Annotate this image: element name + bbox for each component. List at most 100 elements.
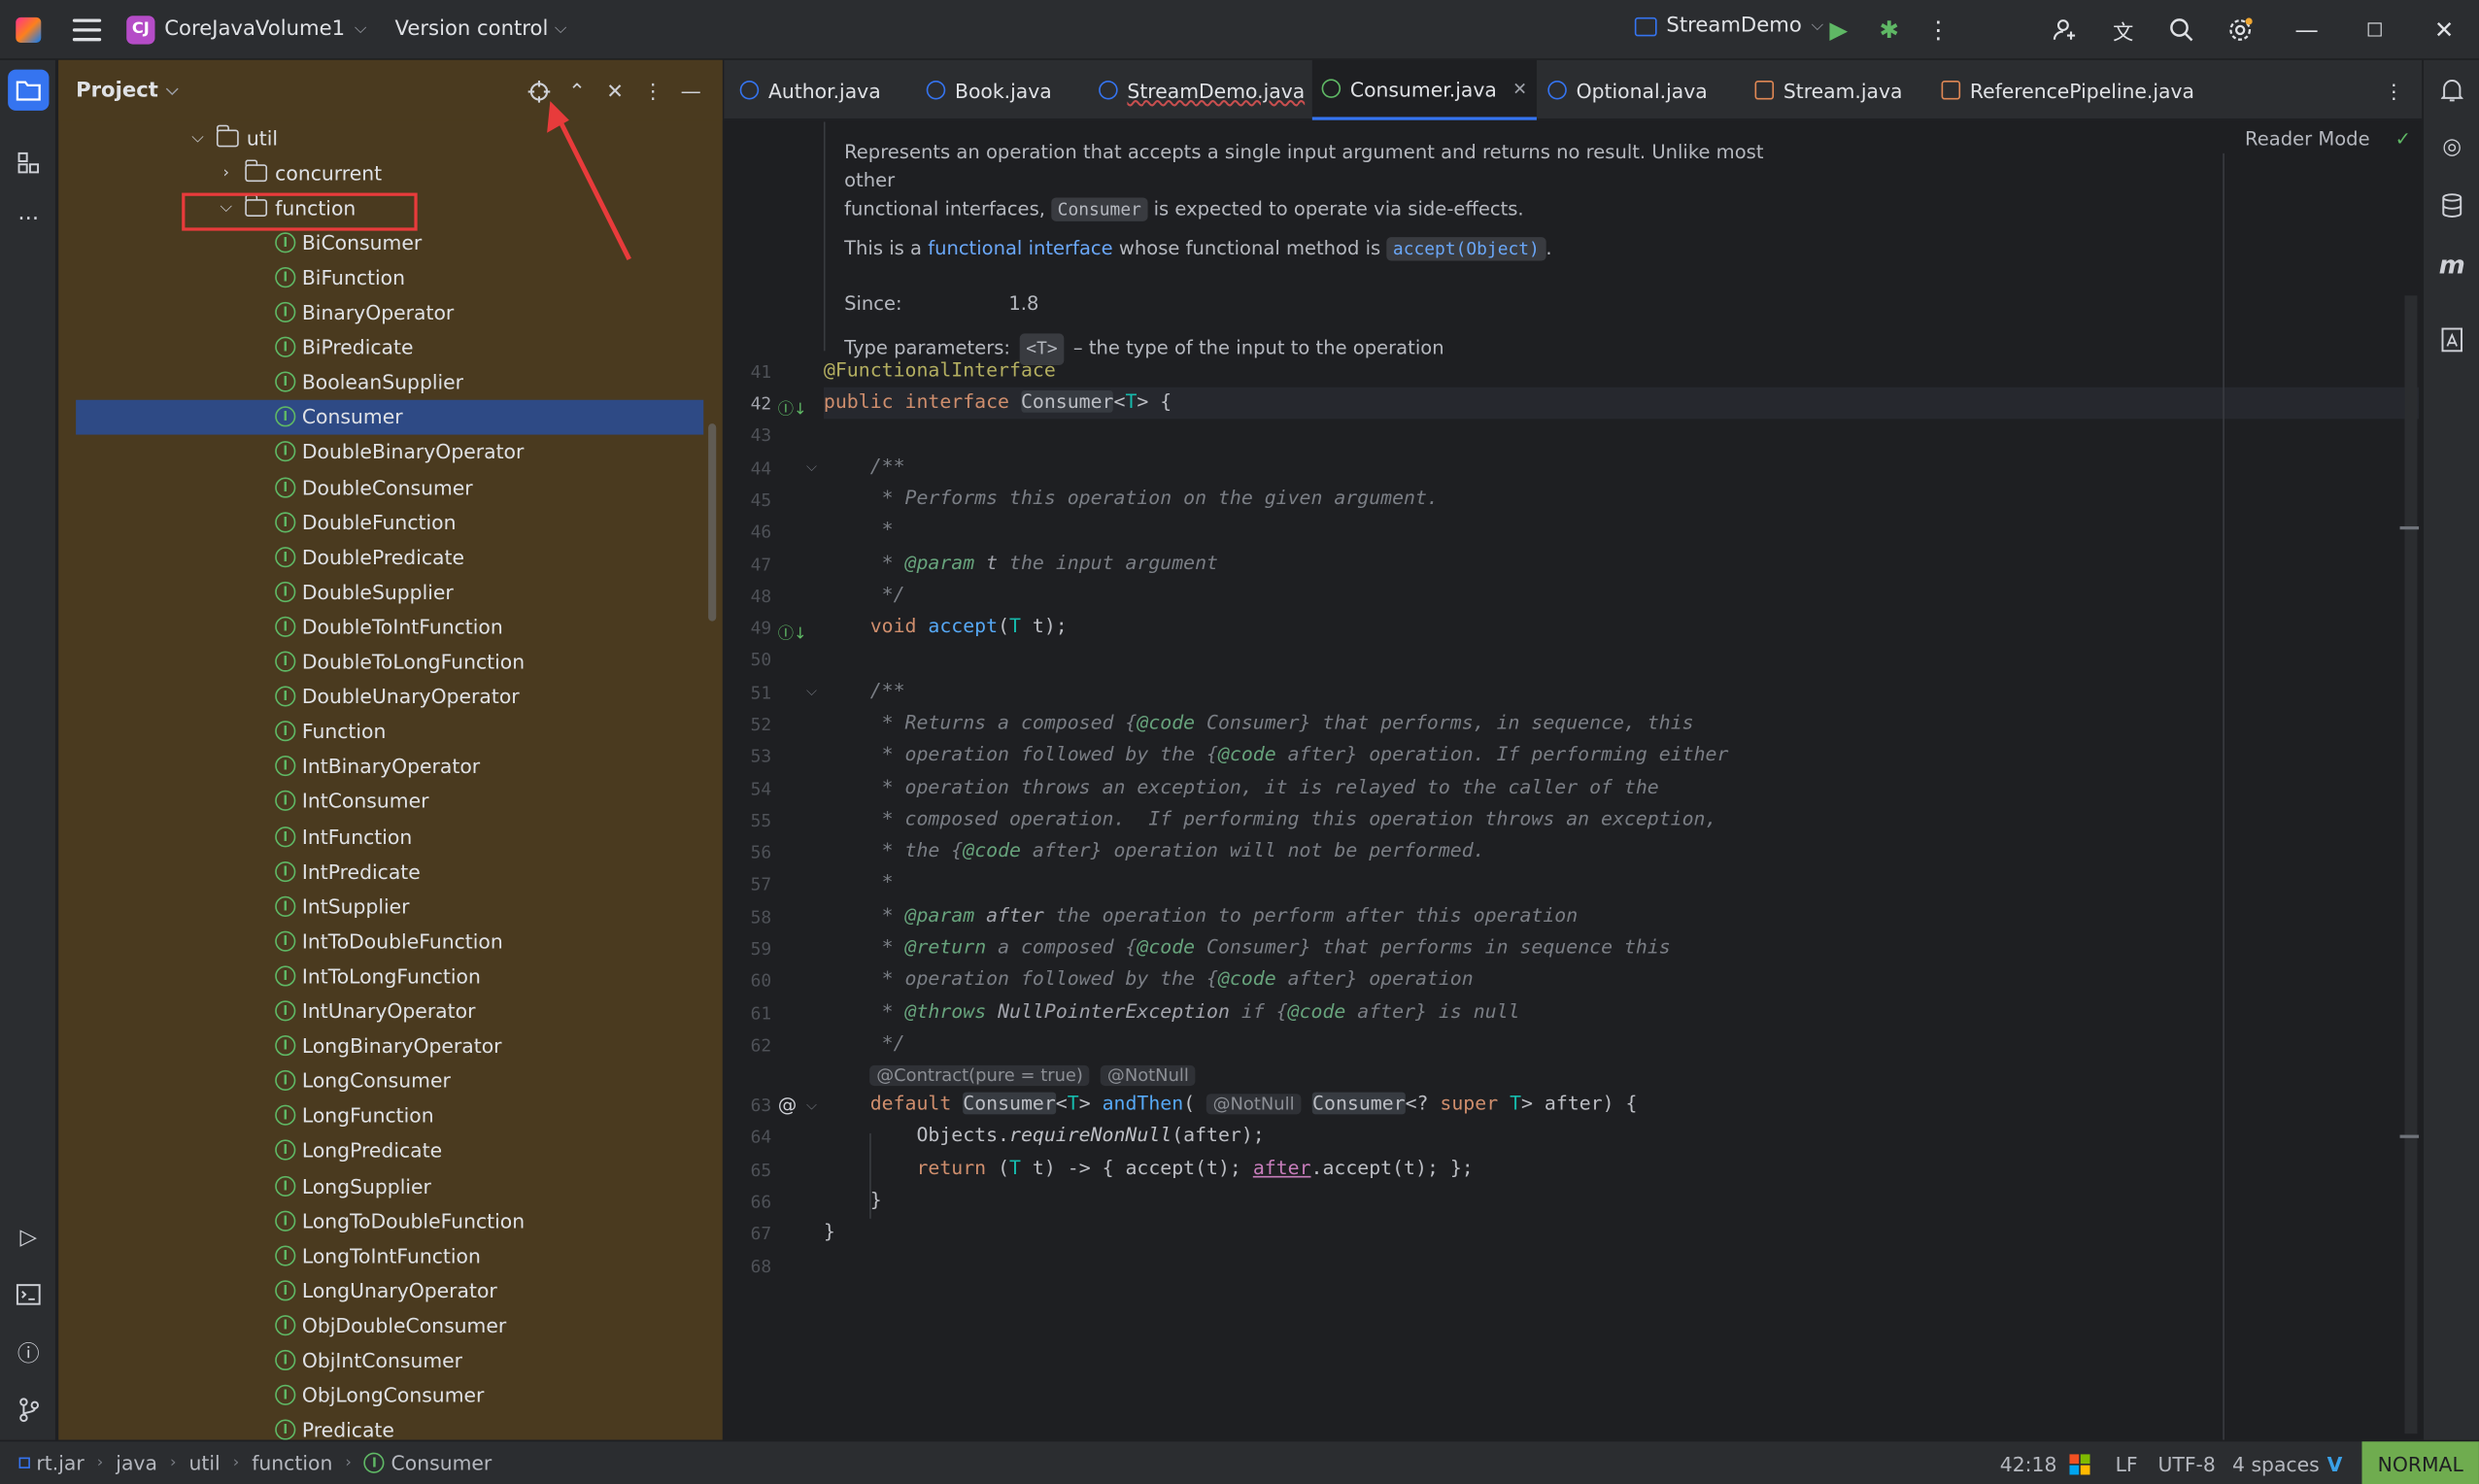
notifications-bell-icon[interactable] (2431, 70, 2472, 111)
tree-item-intconsumer[interactable]: I IntConsumer (58, 784, 706, 819)
fold-toggle-icon[interactable]: ⌵ (806, 1098, 817, 1114)
terminal-icon[interactable] (8, 1274, 49, 1315)
tree-item-longconsumer[interactable]: I LongConsumer (58, 1063, 706, 1098)
tree-item-objdoubleconsumer[interactable]: I ObjDoubleConsumer (58, 1308, 706, 1343)
tree-item-doublepredicate[interactable]: I DoublePredicate (58, 539, 706, 574)
tree-item-doublebinaryoperator[interactable]: I DoubleBinaryOperator (58, 434, 706, 469)
vim-mode-indicator[interactable]: NORMAL (2361, 1441, 2479, 1484)
main-menu-icon[interactable] (72, 17, 102, 41)
tree-item-longtodoublefunction[interactable]: I LongToDoubleFunction (58, 1203, 706, 1238)
tree-item-doubletolongfunction[interactable]: I DoubleToLongFunction (58, 644, 706, 679)
tree-item-doublesupplier[interactable]: I DoubleSupplier (58, 574, 706, 609)
tab-consumer[interactable]: Consumer.java ✕ (1311, 59, 1537, 120)
line-separator[interactable]: LF (2116, 1441, 2138, 1484)
tree-item-intbinaryoperator[interactable]: I IntBinaryOperator (58, 749, 706, 784)
chevron-down-icon[interactable]: ⌵ (166, 82, 178, 99)
close-window-icon[interactable]: ✕ (2427, 13, 2462, 48)
tree-item-inttolongfunction[interactable]: I IntToLongFunction (58, 959, 706, 994)
tree-item-longunaryoperator[interactable]: I LongUnaryOperator (58, 1273, 706, 1308)
project-scrollbar[interactable] (708, 423, 717, 622)
tab-stream[interactable]: Stream.java (1754, 60, 1903, 120)
tree-item-objintconsumer[interactable]: I ObjIntConsumer (58, 1343, 706, 1378)
project-switcher[interactable]: CJ CoreJavaVolume1 ⌵ (126, 15, 366, 44)
tree-item-intsupplier[interactable]: I IntSupplier (58, 889, 706, 924)
problems-icon[interactable]: ⓘ (8, 1332, 49, 1373)
contract-inlay-hint[interactable]: @Contract(pure = true) (869, 1064, 1090, 1087)
reader-mode-toggle[interactable]: Reader Mode (2245, 128, 2370, 151)
notnull-inlay-hint[interactable]: @NotNull (1101, 1064, 1196, 1087)
tree-item-intfunction[interactable]: I IntFunction (58, 819, 706, 854)
translation-panel-icon[interactable] (2431, 320, 2472, 360)
tab-referencepipeline[interactable]: ReferencePipeline.java (1941, 60, 2194, 120)
fold-toggle-icon[interactable]: ⌵ (806, 460, 817, 476)
project-tool-folder-icon[interactable] (8, 69, 50, 111)
breadcrumb-item[interactable]: rt.jar (36, 1451, 84, 1474)
implemented-method-gutter-icon[interactable]: Ⓘ↓ (778, 620, 807, 643)
translate-icon[interactable]: 文 (2106, 13, 2141, 48)
breadcrumb-item[interactable]: util (188, 1451, 220, 1474)
editor-scrollbar[interactable] (2404, 295, 2418, 1434)
tree-item-function[interactable]: I Function (58, 714, 706, 749)
structure-icon[interactable] (8, 142, 49, 183)
tree-item-longpredicate[interactable]: I LongPredicate (58, 1133, 706, 1168)
tree-item-inttodoublefunction[interactable]: I IntToDoubleFunction (58, 924, 706, 959)
close-tab-icon[interactable]: ✕ (1512, 79, 1527, 99)
maven-icon[interactable]: m (2431, 244, 2472, 285)
tree-item-doubleconsumer[interactable]: I DoubleConsumer (58, 469, 706, 504)
database-icon[interactable] (2431, 185, 2472, 225)
tab-options-icon[interactable]: ⋮ (2384, 60, 2403, 120)
ai-assistant-icon[interactable]: ◎ (2431, 126, 2472, 167)
project-panel-title[interactable]: Project (76, 79, 158, 102)
inspection-ok-icon[interactable]: ✓ (2395, 128, 2411, 151)
services-icon[interactable]: ▷ (8, 1217, 49, 1258)
file-encoding[interactable]: UTF-8 (2158, 1441, 2216, 1484)
tree-item-predicate[interactable]: I Predicate (58, 1412, 706, 1440)
tree-item-longbinaryoperator[interactable]: I LongBinaryOperator (58, 1029, 706, 1063)
tab-author[interactable]: Author.java (739, 60, 881, 120)
breadcrumb-item[interactable]: function (252, 1451, 332, 1474)
implemented-method-gutter-icon[interactable]: Ⓘ↓ (778, 395, 807, 419)
tab-optional[interactable]: Optional.java (1547, 60, 1708, 120)
more-tools-icon[interactable]: ··· (8, 199, 49, 240)
breadcrumb-item[interactable]: Consumer (391, 1451, 492, 1474)
tree-item-bipredicate[interactable]: I BiPredicate (58, 329, 706, 364)
tree-item-doubleunaryoperator[interactable]: I DoubleUnaryOperator (58, 679, 706, 714)
tree-item-intpredicate[interactable]: I IntPredicate (58, 854, 706, 889)
tree-item-doublefunction[interactable]: I DoubleFunction (58, 504, 706, 539)
tree-item-booleansupplier[interactable]: I BooleanSupplier (58, 364, 706, 399)
search-icon[interactable] (2164, 13, 2199, 48)
vim-icon[interactable]: V (2327, 1441, 2343, 1484)
tree-item-longfunction[interactable]: I LongFunction (58, 1098, 706, 1133)
chevron-right-icon[interactable]: › (217, 164, 236, 182)
breadcrumb-item[interactable]: java (116, 1451, 157, 1474)
tree-item-consumer[interactable]: I Consumer (76, 399, 704, 435)
tree-item-longsupplier[interactable]: I LongSupplier (58, 1168, 706, 1203)
hide-panel-icon[interactable]: — (678, 79, 703, 104)
tree-item-intunaryoperator[interactable]: I IntUnaryOperator (58, 994, 706, 1029)
debug-icon[interactable]: ✱ (1872, 13, 1907, 48)
tab-book[interactable]: Book.java (926, 60, 1052, 120)
run-config-selector[interactable]: StreamDemo ⌵ (1634, 15, 1823, 38)
windows-logo-icon[interactable] (2069, 1441, 2090, 1484)
caret-position[interactable]: 42:18 (2000, 1441, 2057, 1484)
tree-item-longtointfunction[interactable]: I LongToIntFunction (58, 1238, 706, 1273)
functional-interface-link[interactable]: functional interface (928, 237, 1112, 259)
run-icon[interactable]: ▶ (1821, 13, 1856, 48)
minimize-icon[interactable]: — (2290, 13, 2325, 48)
tree-item-binaryoperator[interactable]: I BinaryOperator (58, 295, 706, 330)
fold-toggle-icon[interactable]: ⌵ (806, 685, 817, 700)
notnull-param-inlay-hint[interactable]: @NotNull (1206, 1094, 1302, 1115)
more-actions-icon[interactable]: ⋮ (1920, 13, 1955, 48)
add-user-icon[interactable] (2048, 13, 2083, 48)
git-branch-icon[interactable] (8, 1390, 49, 1431)
indent-setting[interactable]: 4 spaces (2232, 1441, 2320, 1484)
version-control-menu[interactable]: Version control ⌵ (394, 17, 566, 41)
annotation-gutter-icon[interactable]: @ (778, 1094, 798, 1116)
chevron-down-icon[interactable]: ⌵ (188, 129, 208, 147)
settings-gear-icon[interactable] (2223, 13, 2258, 48)
tree-item-objlongconsumer[interactable]: I ObjLongConsumer (58, 1378, 706, 1413)
tree-item-doubletointfunction[interactable]: I DoubleToIntFunction (58, 609, 706, 644)
code-editor[interactable]: Reader Mode ✓ Represents an operation th… (724, 121, 2423, 1440)
tab-streamdemo[interactable]: StreamDemo.java (1099, 60, 1305, 120)
maximize-icon[interactable]: ☐ (2358, 13, 2393, 48)
